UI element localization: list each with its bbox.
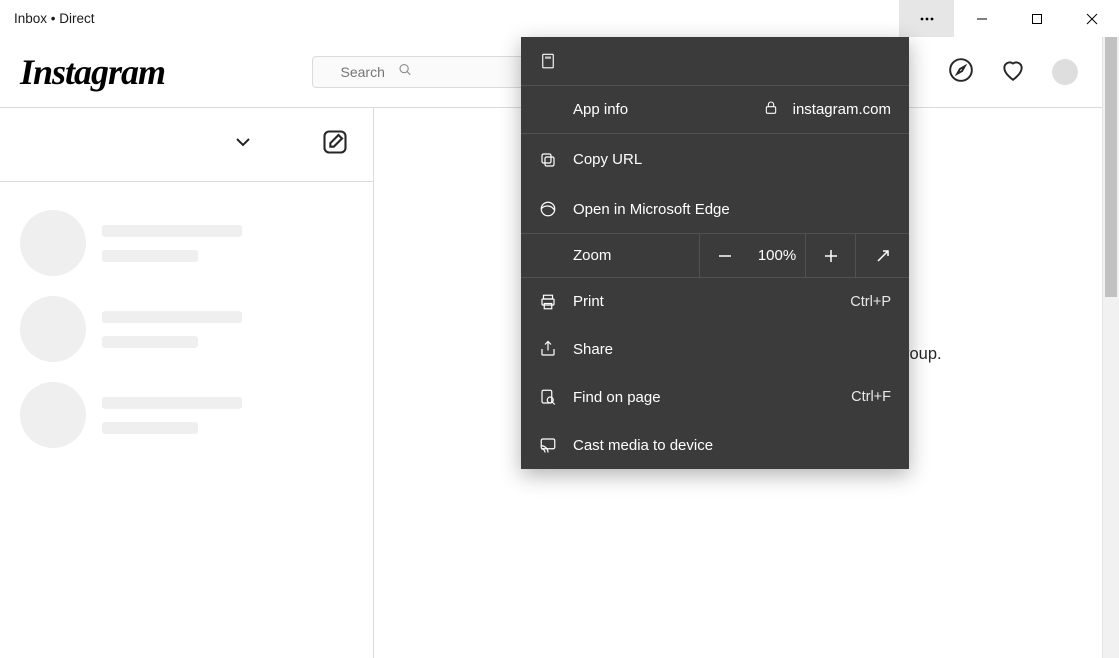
menu-copy-url-label: Copy URL — [573, 151, 891, 168]
compose-icon — [321, 128, 349, 156]
account-switcher[interactable] — [231, 130, 255, 159]
menu-app-info[interactable]: App info instagram.com — [521, 85, 909, 133]
conversation-list-loading — [0, 182, 373, 476]
cast-icon — [539, 436, 573, 454]
fullscreen-button[interactable] — [855, 234, 909, 277]
chevron-down-icon — [231, 130, 255, 154]
menu-open-edge[interactable]: Open in Microsoft Edge — [521, 185, 909, 233]
share-icon — [539, 340, 573, 358]
menu-app-info-label: App info — [573, 101, 763, 118]
list-item — [0, 286, 373, 372]
window-close-button[interactable] — [1064, 0, 1119, 37]
menu-print-shortcut: Ctrl+P — [850, 294, 891, 310]
menu-zoom-label: Zoom — [521, 247, 699, 264]
scrollbar-thumb[interactable] — [1105, 37, 1117, 297]
menu-domain: instagram.com — [793, 101, 891, 118]
maximize-icon — [1031, 13, 1043, 25]
copy-icon — [539, 151, 573, 169]
titlebar-more-button[interactable] — [899, 0, 954, 37]
minus-icon — [717, 248, 733, 264]
instagram-logo[interactable]: Instagram — [20, 51, 150, 93]
menu-copy-url[interactable]: Copy URL — [521, 133, 909, 185]
menu-share[interactable]: Share — [521, 325, 909, 373]
close-icon — [1086, 13, 1098, 25]
print-icon — [539, 293, 573, 311]
profile-avatar[interactable] — [1052, 59, 1078, 85]
window-title: Inbox • Direct — [14, 11, 95, 26]
menu-cast-label: Cast media to device — [573, 437, 891, 454]
new-message-button[interactable] — [321, 128, 349, 161]
ellipsis-icon — [919, 11, 935, 27]
compass-icon — [948, 57, 974, 83]
menu-cast[interactable]: Cast media to device — [521, 421, 909, 469]
plus-icon — [823, 248, 839, 264]
menu-share-label: Share — [573, 341, 891, 358]
zoom-in-button[interactable] — [805, 234, 855, 277]
fullscreen-icon — [875, 248, 891, 264]
zoom-value: 100% — [749, 234, 805, 277]
menu-print-label: Print — [573, 293, 850, 310]
menu-print[interactable]: Print Ctrl+P — [521, 277, 909, 325]
find-icon — [539, 388, 573, 406]
list-item — [0, 372, 373, 458]
explore-button[interactable] — [948, 57, 974, 88]
menu-open-edge-label: Open in Microsoft Edge — [573, 201, 891, 218]
menu-zoom-row: Zoom 100% — [521, 233, 909, 277]
menu-find-shortcut: Ctrl+F — [851, 389, 891, 405]
menu-find[interactable]: Find on page Ctrl+F — [521, 373, 909, 421]
activity-button[interactable] — [1000, 57, 1026, 88]
window-titlebar: Inbox • Direct — [0, 0, 1119, 37]
window-maximize-button[interactable] — [1009, 0, 1064, 37]
titlebar-controls — [899, 0, 1119, 37]
window-minimize-button[interactable] — [954, 0, 1009, 37]
lock-icon — [763, 100, 779, 120]
edge-icon — [539, 200, 573, 218]
office-icon — [539, 52, 573, 70]
menu-find-label: Find on page — [573, 389, 851, 406]
app-context-menu: App info instagram.com Copy URL Open in … — [521, 37, 909, 469]
minimize-icon — [976, 13, 988, 25]
menu-header — [521, 37, 909, 85]
heart-icon — [1000, 57, 1026, 83]
zoom-out-button[interactable] — [699, 234, 749, 277]
inbox-sidebar — [0, 108, 374, 658]
vertical-scrollbar[interactable] — [1102, 37, 1119, 658]
list-item — [0, 200, 373, 286]
